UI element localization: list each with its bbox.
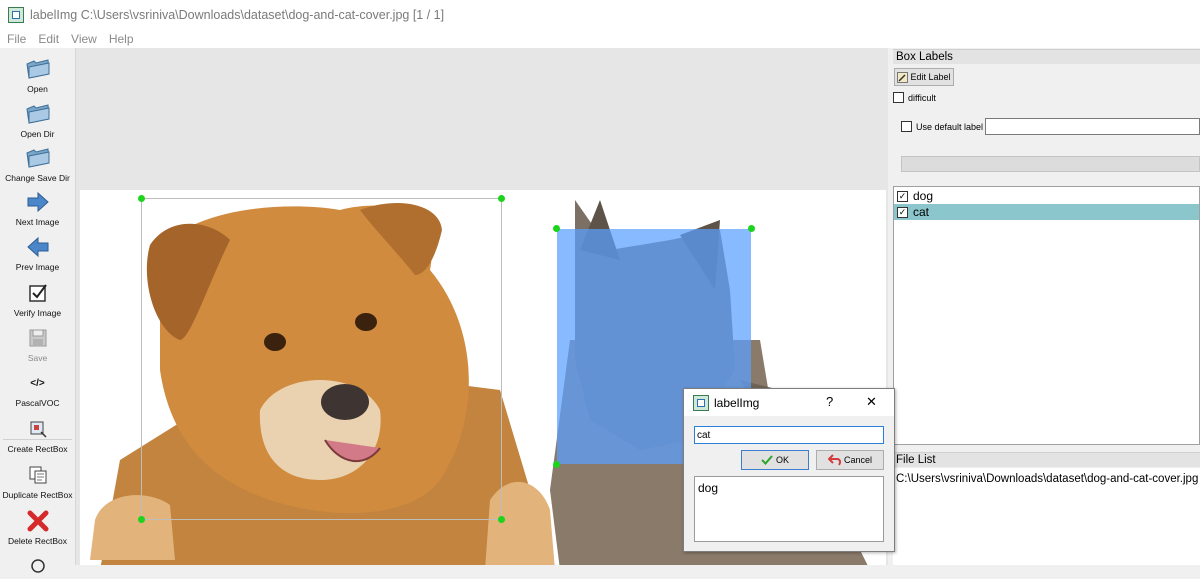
arrow-left-icon (26, 237, 48, 257)
prev-image-label: Prev Image (15, 262, 60, 272)
create-rectbox-button[interactable]: Create RectBox (0, 416, 75, 454)
help-icon[interactable]: ? (826, 394, 833, 409)
close-icon[interactable]: ✕ (866, 394, 877, 410)
format-pascalvoc-button[interactable]: </> PascalVOC (0, 370, 75, 409)
verify-image-label: Verify Image (13, 308, 62, 318)
code-icon: </> (30, 377, 45, 389)
prev-image-button[interactable]: Prev Image (0, 234, 75, 272)
label-dialog: labelImg ? ✕ OK Cancel dog (683, 388, 895, 552)
delete-rectbox-button[interactable]: Delete RectBox (0, 508, 75, 546)
window-title: labelImg C:\Users\vsriniva\Downloads\dat… (30, 8, 445, 22)
file-list-title: File List (893, 452, 1200, 467)
create-rectbox-label: Create RectBox (7, 444, 68, 454)
menu-view[interactable]: View (65, 32, 103, 46)
save-button[interactable]: Save (0, 325, 75, 363)
difficult-label: difficult (908, 93, 936, 103)
box-handle[interactable] (748, 225, 755, 232)
open-button[interactable]: Open (0, 56, 75, 94)
label-text: dog (913, 189, 934, 203)
cancel-button[interactable]: Cancel (816, 450, 884, 470)
zoom-icon (30, 559, 45, 573)
left-toolbar: Open Open Dir Change Save Dir Next Image… (0, 48, 76, 573)
delete-rectbox-label: Delete RectBox (7, 536, 68, 546)
dialog-title: labelImg (714, 395, 760, 410)
menu-edit[interactable]: Edit (32, 32, 65, 46)
label-input[interactable] (694, 426, 884, 444)
check-icon (761, 455, 773, 465)
label-row-dog[interactable]: ✓ dog (894, 188, 1199, 204)
file-list: C:\Users\vsriniva\Downloads\dataset\dog-… (893, 468, 1200, 565)
next-image-label: Next Image (15, 217, 60, 227)
delete-x-icon (27, 510, 48, 532)
menu-file[interactable]: File (0, 32, 32, 46)
file-list-item[interactable]: C:\Users\vsriniva\Downloads\dataset\dog-… (893, 468, 1200, 485)
verify-image-button[interactable]: Verify Image (0, 280, 75, 318)
label-combo-bar[interactable] (901, 156, 1200, 172)
label-checkbox[interactable]: ✓ (897, 206, 908, 218)
window-titlebar: labelImg C:\Users\vsriniva\Downloads\dat… (0, 0, 1200, 30)
dog-bounding-box[interactable] (138, 195, 505, 523)
box-handle[interactable] (498, 516, 505, 523)
arrow-right-icon (27, 192, 49, 212)
duplicate-rectbox-button[interactable]: Duplicate RectBox (0, 462, 75, 500)
undo-arrow-icon (827, 454, 842, 466)
zoom-button[interactable] (0, 553, 75, 579)
use-default-label-text: Use default label (916, 122, 984, 132)
next-image-button[interactable]: Next Image (0, 189, 75, 227)
use-default-label-checkbox[interactable] (901, 121, 912, 132)
box-label-list: ✓ dog ✓ cat (893, 186, 1200, 445)
change-save-dir-label: Change Save Dir (5, 173, 70, 183)
duplicate-icon (29, 466, 46, 484)
box-handle[interactable] (138, 195, 145, 202)
label-row-cat[interactable]: ✓ cat (894, 204, 1199, 220)
box-labels-title: Box Labels (893, 49, 1200, 64)
dialog-titlebar: labelImg ? ✕ (684, 389, 894, 416)
folder-icon (25, 59, 50, 79)
label-suggestion-list: dog (694, 476, 884, 542)
cancel-label: Cancel (843, 455, 872, 465)
edit-label-text: Edit Label (910, 72, 951, 82)
create-rectbox-icon (30, 421, 47, 438)
open-dir-button[interactable]: Open Dir (0, 101, 75, 139)
labelimg-app-icon (693, 394, 709, 411)
ok-label: OK (775, 455, 789, 465)
box-handle[interactable] (553, 225, 560, 232)
open-dir-label: Open Dir (20, 129, 55, 139)
change-save-dir-button[interactable]: Change Save Dir (0, 145, 75, 183)
duplicate-rectbox-label: Duplicate RectBox (2, 490, 73, 500)
folder-icon (25, 104, 50, 124)
floppy-disk-icon (29, 329, 46, 347)
label-text: cat (913, 205, 930, 219)
checkbox-check-icon (28, 284, 47, 302)
menu-bar: File Edit View Help (0, 30, 1200, 48)
save-label: Save (27, 353, 48, 363)
box-handle[interactable] (553, 461, 560, 468)
pencil-icon (897, 71, 909, 83)
label-checkbox[interactable]: ✓ (897, 190, 908, 202)
labelimg-app-icon (8, 7, 24, 23)
menu-help[interactable]: Help (103, 32, 140, 46)
ok-button[interactable]: OK (741, 450, 809, 470)
box-handle[interactable] (498, 195, 505, 202)
difficult-checkbox[interactable] (893, 92, 904, 103)
box-handle[interactable] (138, 516, 145, 523)
default-label-input[interactable] (985, 118, 1200, 135)
suggestion-item[interactable]: dog (695, 477, 883, 495)
open-label: Open (27, 84, 48, 94)
format-label: PascalVOC (15, 398, 60, 408)
folder-icon (25, 148, 50, 168)
edit-label-button[interactable]: Edit Label (894, 68, 954, 86)
